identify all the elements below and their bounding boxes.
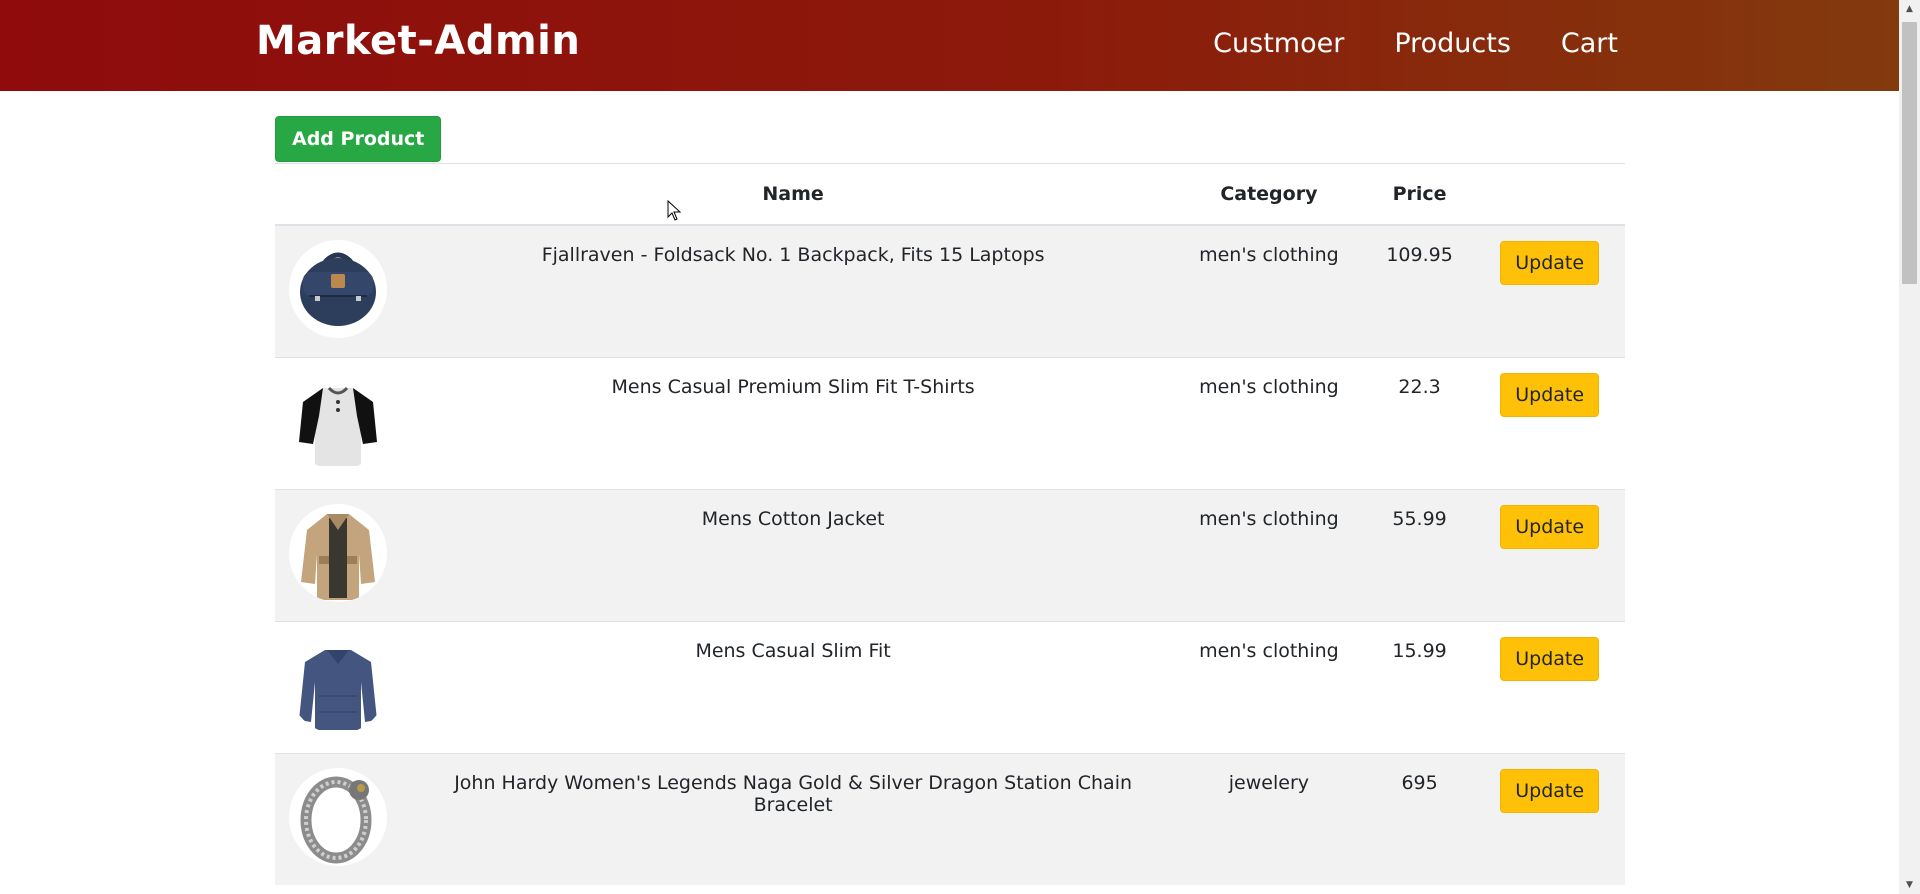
tshirt-icon [299, 386, 377, 466]
page: Market-Admin Custmoer Products Cart Add … [0, 0, 1920, 894]
product-name: Mens Casual Premium Slim Fit T-Shirts [413, 357, 1173, 490]
product-image[interactable] [289, 768, 387, 866]
update-button[interactable]: Update [1500, 505, 1600, 549]
update-button[interactable]: Update [1500, 373, 1600, 417]
column-header-action [1474, 163, 1625, 226]
product-price: 695 [1364, 753, 1475, 885]
product-category: men's clothing [1172, 357, 1365, 490]
add-product-button[interactable]: Add Product [275, 116, 442, 162]
product-image[interactable] [289, 240, 387, 338]
product-price: 55.99 [1364, 489, 1475, 622]
bracelet-icon [300, 776, 372, 864]
top-navbar: Market-Admin Custmoer Products Cart [0, 0, 1899, 91]
nav-customer[interactable]: Custmoer [1213, 28, 1344, 59]
table-row: Mens Cotton Jacket men's clothing 55.99 … [275, 489, 1625, 622]
product-price: 22.3 [1364, 357, 1475, 490]
jacket-icon [301, 514, 375, 600]
column-header-category: Category [1172, 163, 1365, 226]
column-header-name: Name [413, 163, 1173, 226]
update-button[interactable]: Update [1500, 637, 1600, 681]
backpack-icon [300, 252, 376, 326]
product-image[interactable] [289, 504, 387, 602]
scroll-thumb[interactable] [1902, 22, 1917, 284]
product-image[interactable] [289, 372, 387, 470]
product-category: men's clothing [1172, 489, 1365, 622]
product-name: Fjallraven - Foldsack No. 1 Backpack, Fi… [413, 224, 1173, 358]
table-row: Mens Casual Premium Slim Fit T-Shirts me… [275, 357, 1625, 490]
column-header-price: Price [1364, 163, 1475, 226]
product-name: John Hardy Women's Legends Naga Gold & S… [413, 753, 1173, 885]
longsleeve-icon [299, 650, 377, 730]
nav-cart[interactable]: Cart [1561, 28, 1618, 59]
table-row: Fjallraven - Foldsack No. 1 Backpack, Fi… [275, 224, 1625, 358]
product-price: 15.99 [1364, 621, 1475, 754]
nav-links: Custmoer Products Cart [1213, 28, 1618, 59]
product-price: 109.95 [1364, 224, 1475, 358]
product-image[interactable] [289, 636, 387, 734]
product-category: men's clothing [1172, 224, 1365, 358]
product-category: men's clothing [1172, 621, 1365, 754]
table-row: Mens Casual Slim Fit men's clothing 15.9… [275, 621, 1625, 754]
table-header-row: Name Category Price [275, 163, 1625, 226]
nav-products[interactable]: Products [1394, 28, 1511, 59]
update-button[interactable]: Update [1500, 769, 1600, 813]
product-category: jewelery [1172, 753, 1365, 885]
brand-title[interactable]: Market-Admin [256, 18, 580, 64]
vertical-scrollbar[interactable]: ▲ ▼ [1899, 0, 1920, 894]
main-content: Add Product Name Category Price Fjallrav… [275, 116, 1625, 885]
scroll-up-arrow-icon[interactable]: ▲ [1899, 0, 1920, 18]
table-row: John Hardy Women's Legends Naga Gold & S… [275, 753, 1625, 885]
scroll-down-arrow-icon[interactable]: ▼ [1899, 876, 1920, 894]
column-header-image [275, 163, 414, 226]
product-name: Mens Cotton Jacket [413, 489, 1173, 622]
products-table: Name Category Price Fjallraven - Foldsac… [275, 163, 1625, 885]
product-name: Mens Casual Slim Fit [413, 621, 1173, 754]
update-button[interactable]: Update [1500, 241, 1600, 285]
mouse-cursor-icon [667, 200, 682, 221]
